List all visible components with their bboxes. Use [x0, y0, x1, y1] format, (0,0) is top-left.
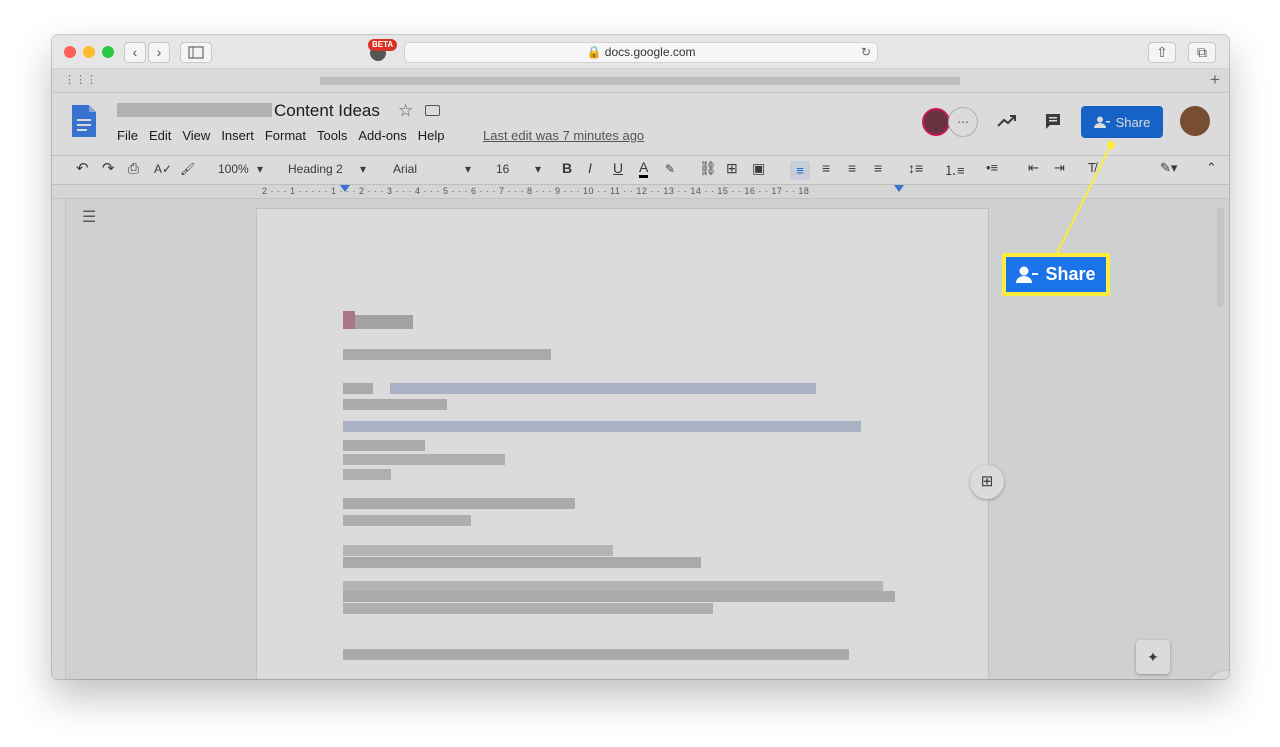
- share-callout: Share: [1002, 253, 1110, 296]
- person-add-icon: [1016, 266, 1039, 283]
- callout-pointer: [1056, 141, 1115, 254]
- screenshot-stage: ‹ › BETA 🔒 docs.google.com ↻ ⇧ ⧉ ⋮⋮⋮ + C…: [0, 0, 1280, 747]
- share-callout-button: Share: [1006, 257, 1106, 292]
- share-callout-label: Share: [1045, 264, 1096, 284]
